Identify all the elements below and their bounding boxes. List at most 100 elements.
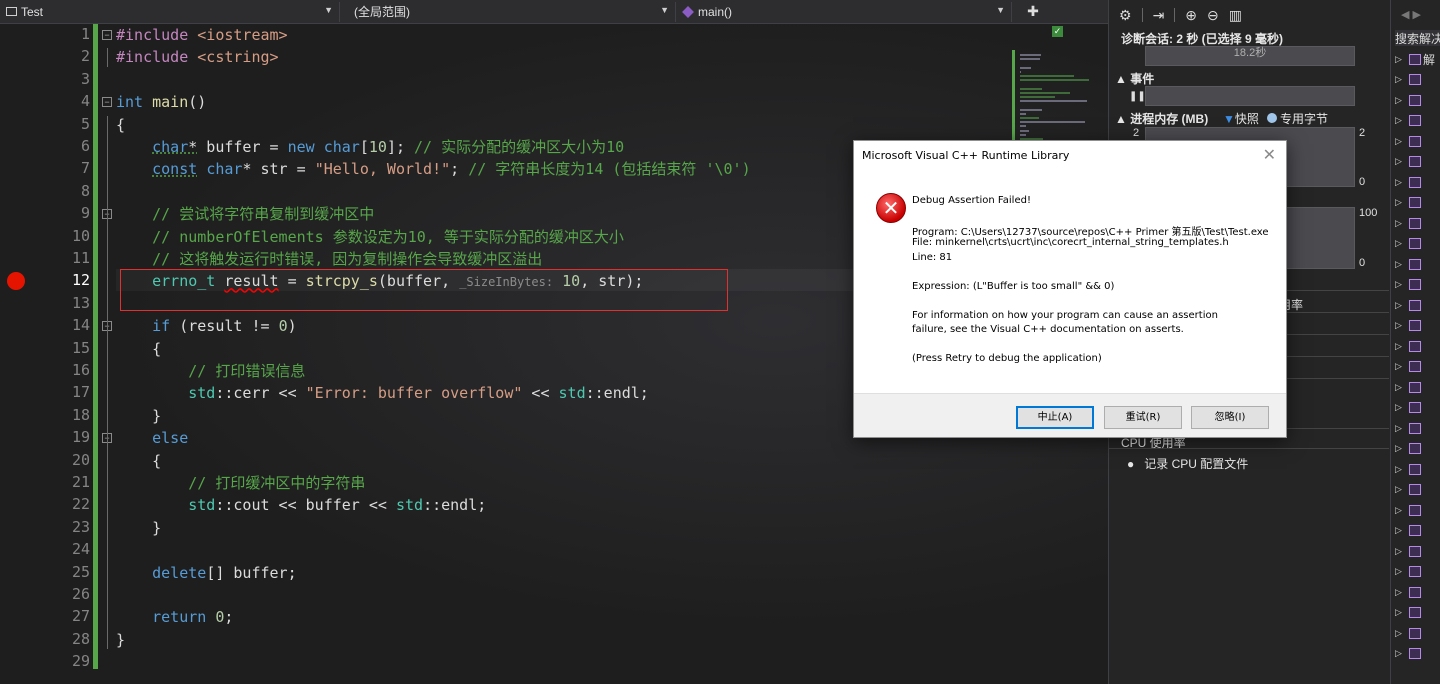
- solution-tree-item[interactable]: ▷: [1395, 216, 1440, 230]
- ignore-button[interactable]: 忽略(I): [1191, 406, 1269, 429]
- scope-combo[interactable]: (全局范围) ▼: [340, 1, 676, 22]
- line-number[interactable]: 12: [40, 271, 90, 289]
- code-line[interactable]: // 打印错误信息: [116, 360, 305, 382]
- line-number[interactable]: 9: [40, 204, 90, 222]
- solution-tree-item[interactable]: ▷: [1395, 544, 1440, 558]
- expand-arrow-icon[interactable]: ▷: [1395, 95, 1409, 106]
- solution-tree-item[interactable]: ▷: [1395, 462, 1440, 476]
- solution-tree-item[interactable]: ▷: [1395, 257, 1440, 271]
- chart-bars-icon[interactable]: ▥: [1229, 7, 1242, 24]
- solution-tree-item[interactable]: ▷: [1395, 421, 1440, 435]
- expand-arrow-icon[interactable]: ▷: [1395, 423, 1409, 434]
- code-line[interactable]: }: [116, 517, 161, 539]
- line-number[interactable]: 16: [40, 361, 90, 379]
- line-number[interactable]: 14: [40, 316, 90, 334]
- expand-arrow-icon[interactable]: ▷: [1395, 54, 1409, 65]
- line-number[interactable]: 6: [40, 137, 90, 155]
- expand-arrow-icon[interactable]: ▷: [1395, 197, 1409, 208]
- code-line[interactable]: int main(): [116, 91, 206, 113]
- line-number[interactable]: 20: [40, 451, 90, 469]
- line-number[interactable]: 18: [40, 406, 90, 424]
- line-number[interactable]: 17: [40, 383, 90, 401]
- line-number[interactable]: 28: [40, 630, 90, 648]
- solution-tree-item[interactable]: ▷: [1395, 380, 1440, 394]
- solution-tree-item[interactable]: ▷: [1395, 524, 1440, 538]
- solution-tree-item[interactable]: ▷: [1395, 175, 1440, 189]
- expand-arrow-icon[interactable]: ▷: [1395, 115, 1409, 126]
- zoom-out-icon[interactable]: ⊖: [1207, 7, 1219, 24]
- solution-tree-item[interactable]: ▷: [1395, 606, 1440, 620]
- expand-arrow-icon[interactable]: ▷: [1395, 525, 1409, 536]
- retry-button[interactable]: 重试(R): [1104, 406, 1182, 429]
- solution-tree-item[interactable]: ▷: [1395, 442, 1440, 456]
- solution-tree-item[interactable]: ▷: [1395, 155, 1440, 169]
- back-forward-icons[interactable]: ◀ ▶: [1401, 8, 1421, 21]
- export-icon[interactable]: ⇥: [1153, 7, 1165, 24]
- solution-tree-item[interactable]: ▷: [1395, 647, 1440, 661]
- line-number[interactable]: 1: [40, 25, 90, 43]
- solution-tree-item[interactable]: ▷: [1395, 114, 1440, 128]
- split-window-icon[interactable]: ✚: [1012, 3, 1054, 20]
- expand-arrow-icon[interactable]: ▷: [1395, 566, 1409, 577]
- expand-arrow-icon[interactable]: ▷: [1395, 546, 1409, 557]
- settings-gear-icon[interactable]: ⚙: [1119, 7, 1132, 24]
- code-line[interactable]: const char* str = "Hello, World!"; // 字符…: [116, 158, 751, 180]
- events-track[interactable]: [1145, 86, 1355, 106]
- expand-arrow-icon[interactable]: ▷: [1395, 300, 1409, 311]
- expand-arrow-icon[interactable]: ▷: [1395, 259, 1409, 270]
- expand-arrow-icon[interactable]: ▷: [1395, 587, 1409, 598]
- expand-arrow-icon[interactable]: ▷: [1395, 74, 1409, 85]
- solution-tree-item[interactable]: ▷: [1395, 319, 1440, 333]
- expand-arrow-icon[interactable]: ▷: [1395, 238, 1409, 249]
- solution-tree-item[interactable]: ▷: [1395, 134, 1440, 148]
- line-number[interactable]: 10: [40, 227, 90, 245]
- line-number[interactable]: 7: [40, 159, 90, 177]
- code-line[interactable]: }: [116, 629, 125, 651]
- line-number[interactable]: 22: [40, 495, 90, 513]
- expand-arrow-icon[interactable]: ▷: [1395, 341, 1409, 352]
- solution-search-box[interactable]: 搜索解决: [1395, 30, 1440, 46]
- member-combo[interactable]: main() ▼: [676, 1, 1012, 22]
- timeline-ruler[interactable]: 18.2秒: [1145, 46, 1355, 66]
- expand-arrow-icon[interactable]: ▷: [1395, 279, 1409, 290]
- solution-tree-item[interactable]: ▷: [1395, 298, 1440, 312]
- code-line[interactable]: {: [116, 114, 125, 136]
- line-number[interactable]: 19: [40, 428, 90, 446]
- pause-icon[interactable]: ❚❚: [1129, 91, 1146, 102]
- code-line[interactable]: std::cerr << "Error: buffer overflow" <<…: [116, 382, 649, 404]
- expand-arrow-icon[interactable]: ▷: [1395, 505, 1409, 516]
- expand-arrow-icon[interactable]: ▷: [1395, 361, 1409, 372]
- line-number[interactable]: 21: [40, 473, 90, 491]
- solution-tree-item[interactable]: ▷: [1395, 483, 1440, 497]
- code-line[interactable]: #include <iostream>: [116, 24, 288, 46]
- zoom-in-icon[interactable]: ⊕: [1185, 7, 1197, 24]
- expand-arrow-icon[interactable]: ▷: [1395, 464, 1409, 475]
- no-issues-check-icon[interactable]: ✓: [1052, 26, 1063, 37]
- fold-toggle-icon[interactable]: −: [102, 97, 112, 108]
- code-line[interactable]: else: [116, 427, 188, 449]
- expand-arrow-icon[interactable]: ▷: [1395, 607, 1409, 618]
- solution-tree-item[interactable]: ▷: [1395, 278, 1440, 292]
- solution-tree-item[interactable]: ▷: [1395, 401, 1440, 415]
- code-line[interactable]: // 尝试将字符串复制到缓冲区中: [116, 203, 374, 225]
- solution-tree-item[interactable]: ▷: [1395, 360, 1440, 374]
- solution-tree-item[interactable]: ▷: [1395, 237, 1440, 251]
- code-line[interactable]: char* buffer = new char[10]; // 实际分配的缓冲区…: [116, 136, 624, 158]
- breakpoint-icon[interactable]: [7, 272, 25, 291]
- expand-arrow-icon[interactable]: ▷: [1395, 402, 1409, 413]
- code-line[interactable]: // 这将触发运行时错误, 因为复制操作会导致缓冲区溢出: [116, 248, 542, 270]
- code-line[interactable]: delete[] buffer;: [116, 562, 297, 584]
- code-line[interactable]: if (result != 0): [116, 315, 297, 337]
- solution-tree-item[interactable]: ▷: [1395, 339, 1440, 353]
- expand-arrow-icon[interactable]: ▷: [1395, 648, 1409, 659]
- line-number[interactable]: 26: [40, 585, 90, 603]
- code-line[interactable]: {: [116, 338, 161, 360]
- events-section-title[interactable]: ▲ 事件: [1115, 70, 1154, 87]
- line-number[interactable]: 25: [40, 563, 90, 581]
- close-icon[interactable]: ✕: [1263, 145, 1276, 164]
- code-line[interactable]: return 0;: [116, 606, 233, 628]
- solution-tree-item[interactable]: ▷: [1395, 565, 1440, 579]
- solution-tree-item[interactable]: ▷: [1395, 503, 1440, 517]
- code-line[interactable]: }: [116, 405, 161, 427]
- expand-arrow-icon[interactable]: ▷: [1395, 177, 1409, 188]
